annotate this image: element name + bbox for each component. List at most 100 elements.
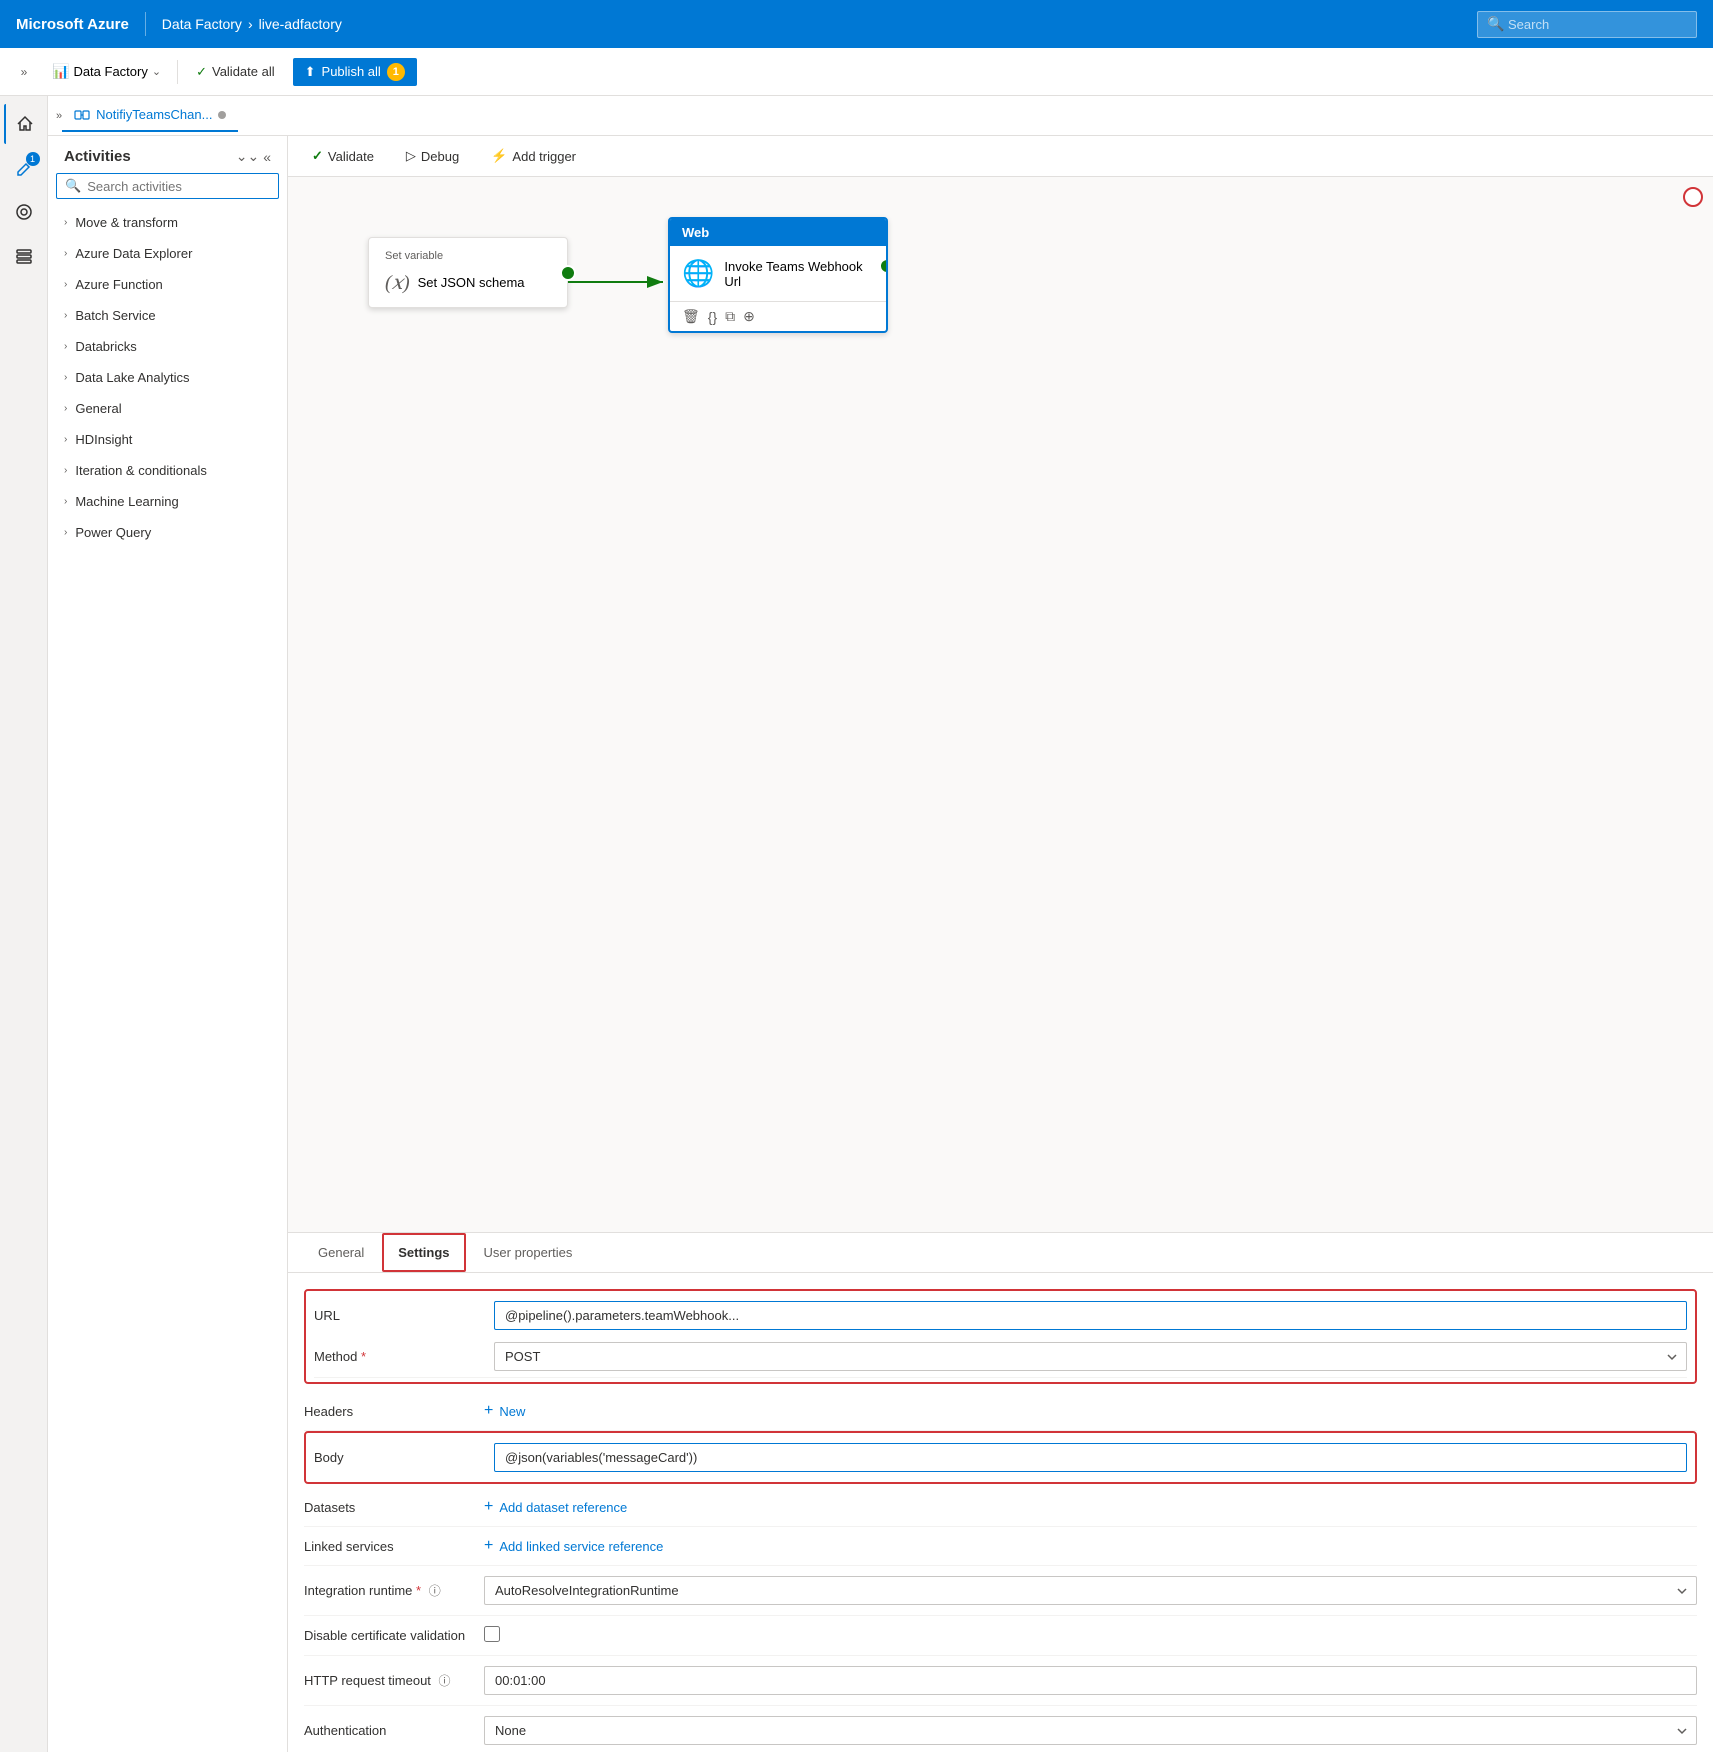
add-new-header-button[interactable]: + New: [484, 1402, 525, 1420]
pipeline-canvas[interactable]: Set variable (𝑥) Set JSON schema: [288, 177, 1713, 1232]
validate-check-icon: ✓: [312, 148, 323, 164]
integration-runtime-label: Integration runtime * ⓘ: [304, 1582, 484, 1599]
chevron-icon: ›: [64, 217, 67, 228]
authentication-label: Authentication: [304, 1723, 484, 1738]
add-activity-button[interactable]: ⊕: [743, 308, 755, 325]
body-label: Body: [314, 1450, 494, 1465]
nav-divider: [145, 12, 146, 36]
activities-search-box[interactable]: 🔍: [56, 173, 279, 199]
authentication-field-row: Authentication None Basic Client Certifi…: [304, 1706, 1697, 1752]
web-node-actions: 🗑 {} ⧉ ⊕: [670, 301, 886, 331]
url-input[interactable]: [494, 1301, 1687, 1330]
publish-icon: ⬆: [305, 64, 316, 80]
datasets-value: + Add dataset reference: [484, 1498, 1697, 1516]
activity-item-hdinsight[interactable]: › HDInsight: [48, 424, 287, 455]
add-trigger-button[interactable]: ⚡ Add trigger: [483, 144, 584, 168]
linked-services-value: + Add linked service reference: [484, 1537, 1697, 1555]
disable-cert-value: [484, 1626, 1697, 1645]
tab-general[interactable]: General: [304, 1233, 378, 1272]
activity-item-machine-learning[interactable]: › Machine Learning: [48, 486, 287, 517]
method-field-row: Method * POST GET PUT DELETE: [314, 1336, 1687, 1378]
activity-item-azure-data-explorer[interactable]: › Azure Data Explorer: [48, 238, 287, 269]
activity-label: Move & transform: [75, 215, 178, 230]
filter-activities-button[interactable]: ⌄⌄: [236, 148, 259, 165]
activity-item-azure-function[interactable]: › Azure Function: [48, 269, 287, 300]
validate-button[interactable]: ✓ Validate: [304, 144, 382, 168]
activity-item-move-transform[interactable]: › Move & transform: [48, 207, 287, 238]
data-factory-selector[interactable]: 📊 Data Factory ⌄: [44, 59, 169, 84]
activity-label: Iteration & conditionals: [75, 463, 207, 478]
node-output-connector[interactable]: [560, 265, 576, 281]
disable-cert-checkbox[interactable]: [484, 1626, 500, 1642]
variable-icon: (𝑥): [385, 270, 410, 295]
add-linked-service-button[interactable]: + Add linked service reference: [484, 1537, 663, 1555]
linked-services-field-row: Linked services + Add linked service ref…: [304, 1527, 1697, 1566]
sidebar-manage-button[interactable]: [4, 236, 44, 276]
sidebar-monitor-button[interactable]: [4, 192, 44, 232]
web-output-connector[interactable]: [879, 258, 888, 274]
globe-icon: 🌐: [682, 258, 714, 289]
delete-node-button[interactable]: 🗑: [682, 308, 700, 325]
info-icon-ir: ⓘ: [429, 1584, 441, 1598]
activity-item-databricks[interactable]: › Databricks: [48, 331, 287, 362]
activity-label: Azure Function: [75, 277, 162, 292]
activities-header: Activities ⌄⌄ «: [48, 136, 287, 173]
chevron-icon: ›: [64, 465, 67, 476]
toolbar-divider: [177, 60, 178, 84]
activity-item-power-query[interactable]: › Power Query: [48, 517, 287, 548]
activity-item-iteration-conditionals[interactable]: › Iteration & conditionals: [48, 455, 287, 486]
sidebar-home-button[interactable]: [4, 104, 44, 144]
collapse-activities-button[interactable]: «: [263, 148, 271, 165]
chevron-icon: ›: [64, 372, 67, 383]
body-input[interactable]: [494, 1443, 1687, 1472]
activity-label: Databricks: [75, 339, 136, 354]
activity-label: HDInsight: [75, 432, 132, 447]
http-timeout-input[interactable]: [484, 1666, 1697, 1695]
chevron-icon: ›: [64, 341, 67, 352]
settings-content: URL Method *: [288, 1273, 1713, 1752]
add-dataset-button[interactable]: + Add dataset reference: [484, 1498, 627, 1516]
pipeline-tab[interactable]: NotifiyTeamsChan...: [62, 99, 238, 132]
authentication-select[interactable]: None Basic Client Certificate MSI: [484, 1716, 1697, 1745]
search-input[interactable]: [1477, 11, 1697, 38]
pipeline-error-indicator: [1683, 187, 1703, 207]
icon-sidebar: 1: [0, 96, 48, 1752]
sidebar-author-button[interactable]: 1: [4, 148, 44, 188]
canvas-area: ✓ Validate ▷ Debug ⚡ Add trigger: [288, 136, 1713, 1752]
top-navigation: Microsoft Azure Data Factory › live-adfa…: [0, 0, 1713, 48]
datasets-label: Datasets: [304, 1500, 484, 1515]
publish-all-button[interactable]: ⬆ Publish all 1: [293, 58, 417, 86]
web-activity-node[interactable]: Web 🌐 Invoke Teams Webhook Url 🗑 {} ⧉ ⊕: [668, 217, 888, 333]
set-variable-name-label: Set JSON schema: [418, 275, 525, 290]
activities-panel: Activities ⌄⌄ « 🔍 › Move & transform: [48, 136, 288, 1752]
method-select[interactable]: POST GET PUT DELETE: [494, 1342, 1687, 1371]
activity-item-general[interactable]: › General: [48, 393, 287, 424]
breadcrumb-datafactory[interactable]: Data Factory: [162, 16, 242, 32]
debug-button[interactable]: ▷ Debug: [398, 144, 467, 168]
search-activities-input[interactable]: [87, 179, 270, 194]
breadcrumb-instance[interactable]: live-adfactory: [259, 16, 342, 32]
tab-user-properties[interactable]: User properties: [470, 1233, 587, 1272]
activity-item-data-lake-analytics[interactable]: › Data Lake Analytics: [48, 362, 287, 393]
datasets-field-row: Datasets + Add dataset reference: [304, 1488, 1697, 1527]
trigger-icon: ⚡: [491, 148, 507, 164]
set-variable-content: (𝑥) Set JSON schema: [385, 270, 551, 295]
activity-item-batch-service[interactable]: › Batch Service: [48, 300, 287, 331]
validate-all-button[interactable]: ✓ Validate all: [186, 59, 285, 85]
body-value: [494, 1443, 1687, 1472]
tab-settings[interactable]: Settings: [382, 1233, 465, 1272]
integration-runtime-select[interactable]: AutoResolveIntegrationRuntime: [484, 1576, 1697, 1605]
set-variable-node[interactable]: Set variable (𝑥) Set JSON schema: [368, 237, 568, 308]
validate-label: Validate: [328, 149, 374, 164]
pipeline-tab-label: NotifiyTeamsChan...: [96, 107, 212, 122]
expand-sidebar-button[interactable]: »: [12, 60, 36, 84]
activity-label: Batch Service: [75, 308, 155, 323]
http-timeout-value: [484, 1666, 1697, 1695]
body-field-row: Body: [314, 1437, 1687, 1478]
code-node-button[interactable]: {}: [708, 309, 717, 325]
brand-logo: Microsoft Azure: [16, 16, 129, 33]
info-icon-timeout: ⓘ: [439, 1674, 451, 1688]
url-label: URL: [314, 1308, 494, 1323]
set-variable-type-label: Set variable: [385, 250, 551, 262]
copy-node-button[interactable]: ⧉: [725, 308, 735, 325]
